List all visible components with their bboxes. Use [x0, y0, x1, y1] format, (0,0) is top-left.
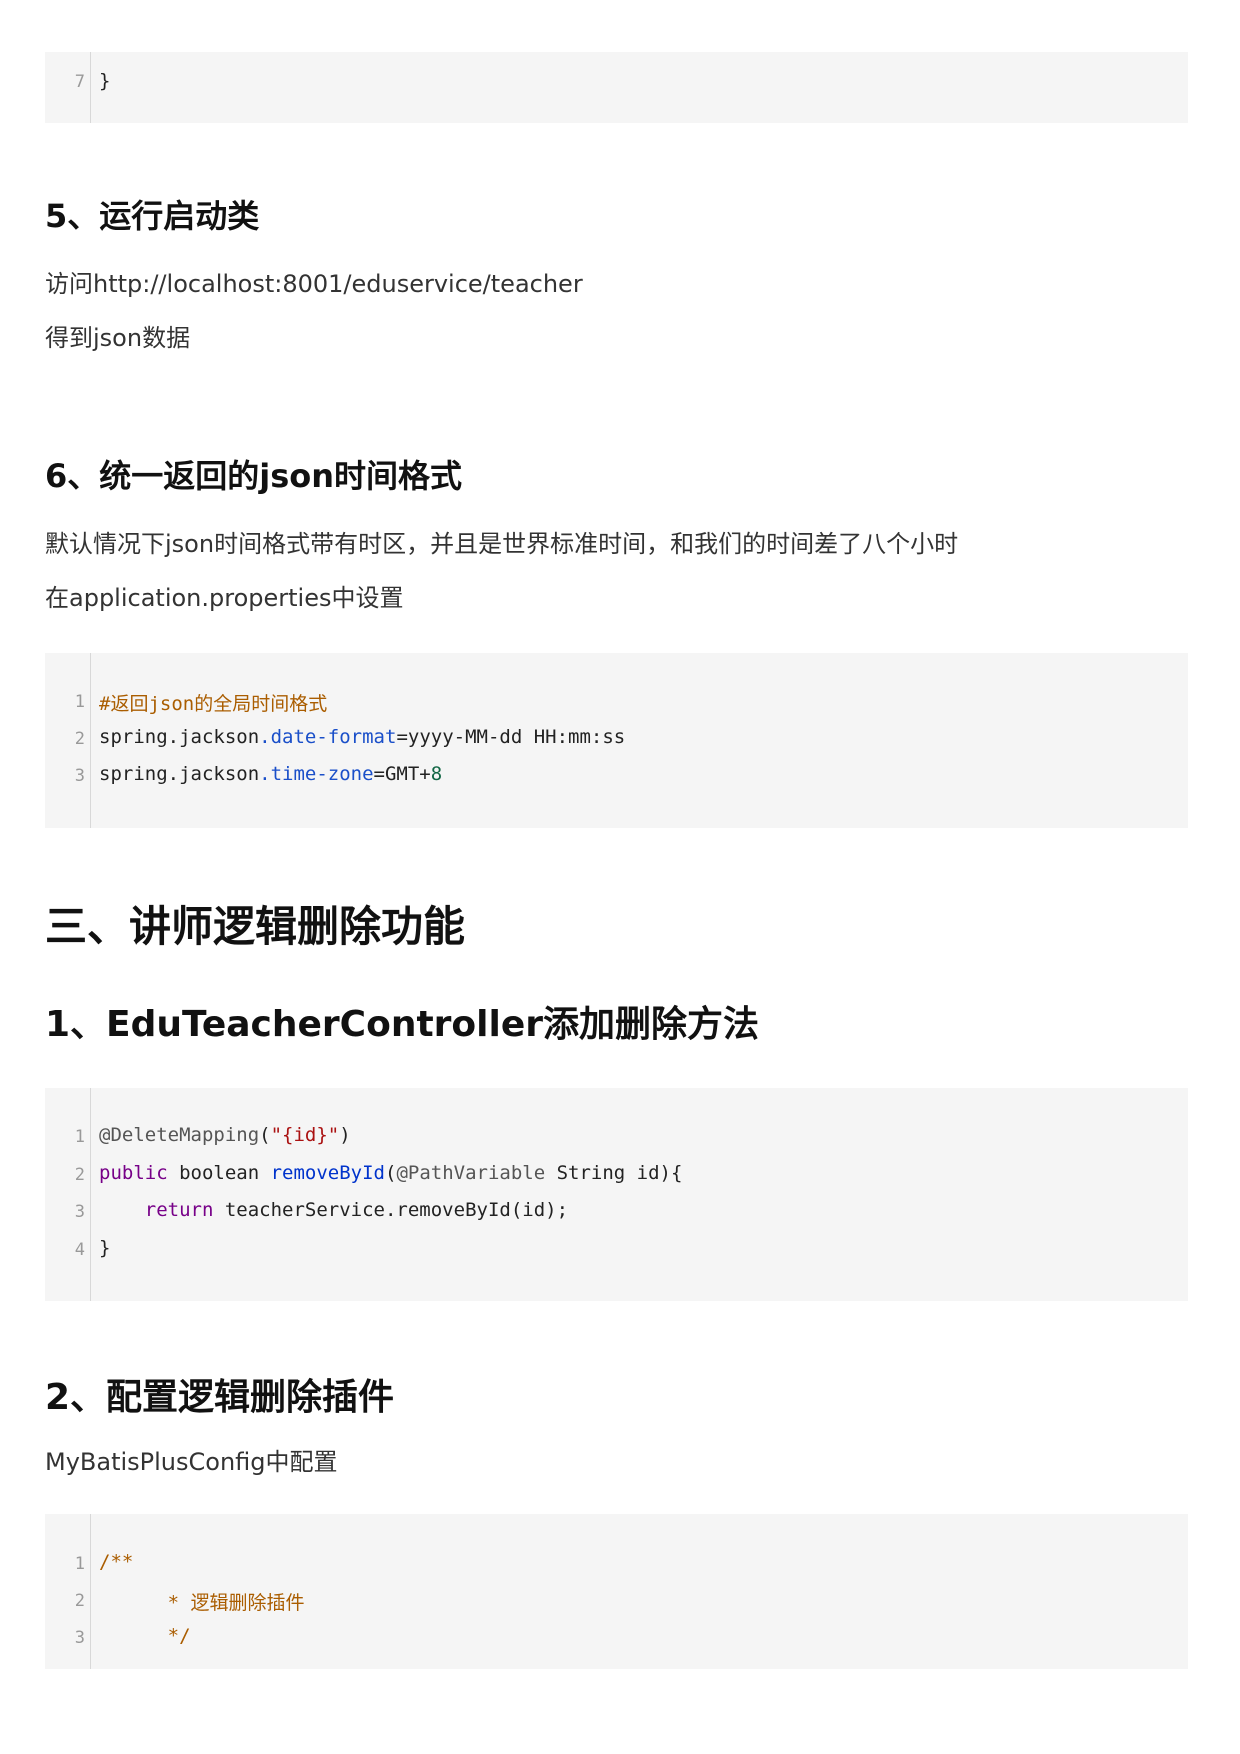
- code-keyword: return: [144, 1199, 214, 1221]
- line-number: 4: [74, 1240, 85, 1260]
- code-token: =yyyy-MM-dd HH:mm:ss: [396, 726, 626, 748]
- code-block-properties: 1 2 3 #返回json的全局时间格式 spring.jackson.date…: [45, 653, 1188, 828]
- code-line: /**: [99, 1551, 134, 1573]
- section-heading: 6、统一返回的json时间格式: [45, 457, 463, 495]
- code-token: String id){: [545, 1162, 683, 1184]
- code-token: =GMT+: [373, 763, 431, 785]
- line-number: 1: [74, 692, 85, 712]
- paragraph: 默认情况下json时间格式带有时区，并且是世界标准时间，和我们的时间差了八个小时: [45, 530, 959, 558]
- code-line: spring.jackson.date-format=yyyy-MM-dd HH…: [99, 726, 625, 748]
- line-number: 3: [74, 766, 85, 786]
- line-number: 2: [74, 729, 85, 749]
- code-property: .date-format: [259, 726, 397, 748]
- code-function: removeById: [270, 1162, 385, 1184]
- line-number: 3: [74, 1628, 85, 1648]
- code-line: @DeleteMapping("{id}"): [99, 1124, 351, 1146]
- code-token: (: [384, 1162, 397, 1184]
- gutter-divider: [90, 1514, 91, 1669]
- gutter-divider: [90, 653, 91, 828]
- code-token: spring.jackson: [99, 763, 260, 785]
- line-number: 1: [74, 1127, 85, 1147]
- line-number: 2: [74, 1591, 85, 1611]
- gutter-divider: [90, 52, 91, 123]
- code-line: public boolean removeById(@PathVariable …: [99, 1162, 682, 1184]
- code-number: 8: [430, 763, 443, 785]
- code-comment: #返回json的全局时间格式: [99, 693, 328, 715]
- code-line: spring.jackson.time-zone=GMT+8: [99, 763, 442, 785]
- code-property: .time-zone: [259, 763, 374, 785]
- code-line: * 逻辑删除插件: [99, 1592, 305, 1614]
- code-string: "{id}": [270, 1124, 340, 1146]
- code-block-plugin: 1 2 3 /** * 逻辑删除插件 */: [45, 1514, 1188, 1669]
- code-line: }: [99, 1237, 111, 1259]
- code-annotation: @PathVariable: [396, 1162, 546, 1184]
- code-block-controller: 1 2 3 4 @DeleteMapping("{id}") public bo…: [45, 1088, 1188, 1301]
- gutter-divider: [90, 1088, 91, 1301]
- code-token: (: [259, 1124, 271, 1146]
- code-line: return teacherService.removeById(id);: [99, 1199, 568, 1221]
- paragraph: 得到json数据: [45, 324, 191, 352]
- code-keyword: public: [99, 1162, 168, 1184]
- section-heading: 5、运行启动类: [45, 197, 260, 235]
- code-token: teacherService.removeById(id);: [213, 1199, 569, 1221]
- section-heading: 2、配置逻辑删除插件: [45, 1377, 395, 1418]
- line-number: 3: [74, 1202, 85, 1222]
- line-number: 1: [74, 1554, 85, 1574]
- paragraph: 在application.properties中设置: [45, 584, 404, 612]
- code-token: spring.jackson: [99, 726, 260, 748]
- code-annotation: @DeleteMapping: [99, 1124, 260, 1146]
- code-line: */: [99, 1625, 191, 1647]
- line-number: 2: [74, 1165, 85, 1185]
- code-block-continuation: 7 }: [45, 52, 1188, 123]
- code-line: #返回json的全局时间格式: [99, 689, 327, 716]
- section-heading: 1、EduTeacherController添加删除方法: [45, 1004, 759, 1045]
- code-token: ): [339, 1124, 351, 1146]
- part-heading: 三、讲师逻辑删除功能: [45, 902, 466, 951]
- paragraph: MyBatisPlusConfig中配置: [45, 1448, 338, 1476]
- paragraph: 访问http://localhost:8001/eduservice/teach…: [45, 270, 583, 298]
- code-token: boolean: [167, 1162, 271, 1184]
- code-line: }: [99, 70, 111, 92]
- line-number: 7: [74, 72, 85, 92]
